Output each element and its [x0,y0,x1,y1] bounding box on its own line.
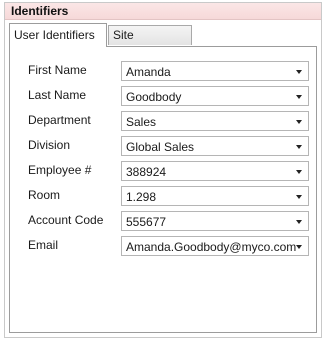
chevron-down-icon[interactable] [296,70,302,74]
email-label: Email [28,238,59,252]
employee-number-label: Employee # [28,163,92,177]
room-label: Room [28,188,61,202]
division-row: Division Global Sales [10,134,316,158]
last-name-combo[interactable]: Goodbody [121,86,309,106]
chevron-down-icon[interactable] [296,145,302,149]
email-row: Email Amanda.Goodbody@myco.com [10,234,316,258]
tab-site-identifiers[interactable]: Site Identifiers [108,25,192,61]
division-value: Global Sales [126,140,195,154]
account-code-value: 555677 [126,215,167,229]
account-code-row: Account Code 555677 [10,209,316,233]
department-label: Department [28,113,91,127]
employee-number-row: Employee # 388924 [10,159,316,183]
first-name-value: Amanda [126,65,171,79]
tab-strip: User Identifiers Site Identifiers [9,23,317,61]
last-name-label: Last Name [28,88,87,102]
email-value: Amanda.Goodbody@myco.com [126,240,297,254]
first-name-combo[interactable]: Amanda [121,61,309,81]
room-combo[interactable]: 1.298 [121,186,309,206]
room-value: 1.298 [126,190,157,204]
panel-title: Identifiers [11,4,69,18]
division-label: Division [28,138,71,152]
user-identifiers-form: First Name Amanda Last Name Goodbody Dep… [9,46,317,333]
chevron-down-icon[interactable] [296,245,302,249]
chevron-down-icon[interactable] [296,195,302,199]
employee-number-combo[interactable]: 388924 [121,161,309,181]
chevron-down-icon[interactable] [296,120,302,124]
room-row: Room 1.298 [10,184,316,208]
chevron-down-icon[interactable] [296,95,302,99]
chevron-down-icon[interactable] [296,170,302,174]
department-combo[interactable]: Sales [121,111,309,131]
department-value: Sales [126,115,157,129]
panel-header: Identifiers [5,3,321,20]
last-name-row: Last Name Goodbody [10,84,316,108]
first-name-row: First Name Amanda [10,59,316,83]
email-combo[interactable]: Amanda.Goodbody@myco.com [121,236,309,256]
tab-user-identifiers[interactable]: User Identifiers [9,23,107,47]
last-name-value: Goodbody [126,90,182,104]
identifiers-panel: Identifiers User Identifiers Site Identi… [4,2,322,338]
first-name-label: First Name [28,63,87,77]
account-code-label: Account Code [28,213,104,227]
account-code-combo[interactable]: 555677 [121,211,309,231]
division-combo[interactable]: Global Sales [121,136,309,156]
chevron-down-icon[interactable] [296,220,302,224]
department-row: Department Sales [10,109,316,133]
employee-number-value: 388924 [126,165,167,179]
